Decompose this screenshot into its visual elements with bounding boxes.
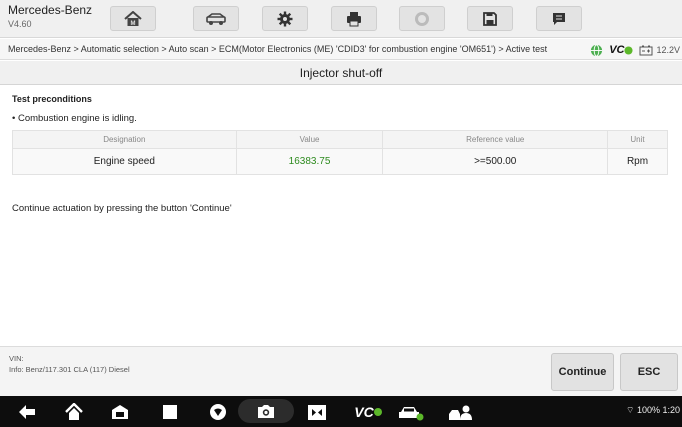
save-icon — [483, 11, 497, 26]
app-brand: Mercedes-Benz V4.60 — [8, 3, 92, 31]
col-header-designation: Designation — [12, 130, 237, 149]
vehicle-nav-button[interactable] — [396, 402, 426, 422]
garage-nav-button[interactable] — [110, 402, 130, 422]
home-button[interactable]: M — [110, 6, 156, 31]
app-version: V4.60 — [8, 19, 32, 29]
col-header-unit: Unit — [607, 130, 668, 149]
table-row: Engine speed 16383.75 >=500.00 Rpm — [12, 148, 668, 175]
recent-apps-button[interactable] — [161, 402, 179, 422]
page-title-bar: Injector shut-off — [0, 61, 682, 85]
garage-icon — [112, 405, 128, 419]
esc-button[interactable]: ESC — [620, 353, 678, 391]
vehicle-info: VIN: Info: Benz/117.301 CLA (117) Diesel — [9, 353, 130, 375]
remote-desk-icon — [308, 404, 326, 420]
system-status: ⌔ 100% 1:20 — [626, 405, 680, 416]
cell-unit: Rpm — [607, 148, 668, 175]
vc-connection-label: VC — [609, 44, 634, 56]
page-title: Injector shut-off — [299, 66, 383, 80]
cell-value: 16383.75 — [235, 148, 384, 175]
settings-icon — [277, 11, 293, 26]
vehicle-button[interactable] — [193, 6, 239, 31]
browser-nav-button[interactable] — [208, 402, 228, 422]
vin-label: VIN: — [9, 354, 24, 363]
message-icon — [553, 12, 565, 25]
vci-nav-button[interactable]: VC — [353, 402, 383, 422]
camera-icon — [258, 404, 274, 418]
vehicle-icon — [206, 12, 226, 25]
svg-text:M: M — [131, 21, 136, 27]
car-nav-icon — [399, 406, 424, 420]
top-toolbar: Mercedes-Benz V4.60 M — [0, 0, 682, 38]
help-button[interactable] — [399, 6, 445, 31]
back-icon — [19, 405, 35, 419]
wifi-icon: ⌔ — [625, 405, 635, 415]
remote-expert-icon — [449, 405, 472, 420]
print-button[interactable] — [331, 6, 377, 31]
save-button[interactable] — [467, 6, 513, 31]
values-table: Designation Value Reference value Unit E… — [12, 130, 668, 175]
col-header-reference: Reference value — [382, 130, 609, 149]
recent-apps-icon — [163, 405, 177, 419]
status-text: 100% 1:20 — [636, 405, 680, 415]
continue-button[interactable]: Continue — [551, 353, 614, 391]
printer-icon — [347, 11, 361, 26]
connection-status: VC 12.2V — [590, 42, 682, 58]
voltage-readout: 12.2V — [656, 45, 680, 55]
browser-icon — [210, 404, 226, 420]
screenshot-button[interactable] — [238, 399, 294, 423]
system-nav-bar: VC ⌔ 100% 1:20 — [0, 396, 682, 427]
remote-desk-button[interactable] — [306, 402, 328, 422]
cell-reference: >=500.00 — [382, 148, 609, 175]
message-button[interactable] — [536, 6, 582, 31]
section-heading: Test preconditions — [12, 94, 92, 104]
breadcrumb: Mercedes-Benz > Automatic selection > Au… — [8, 44, 548, 54]
precondition-item: • Combustion engine is idling. — [12, 113, 137, 124]
instruction-text: Continue actuation by pressing the butto… — [12, 203, 232, 214]
vci-nav-label: VC — [354, 404, 382, 420]
battery-icon — [639, 45, 653, 55]
col-header-value: Value — [235, 130, 384, 149]
breadcrumb-bar: Mercedes-Benz > Automatic selection > Au… — [0, 39, 682, 60]
home-nav-icon — [65, 403, 83, 420]
home-nav-button[interactable] — [64, 402, 84, 422]
table-header-row: Designation Value Reference value Unit — [12, 130, 668, 149]
vehicle-info-text: Info: Benz/117.301 CLA (117) Diesel — [9, 365, 130, 374]
back-button[interactable] — [17, 402, 37, 422]
footer-bar: VIN: Info: Benz/117.301 CLA (117) Diesel… — [0, 346, 682, 396]
globe-icon — [591, 43, 603, 57]
app-name: Mercedes-Benz — [8, 3, 93, 17]
home-icon: M — [124, 10, 142, 27]
remote-expert-button[interactable] — [446, 402, 476, 422]
help-icon — [415, 11, 429, 26]
cell-designation: Engine speed — [12, 148, 237, 175]
content-area: Test preconditions • Combustion engine i… — [0, 86, 682, 346]
vci-status-icon — [373, 408, 382, 416]
vc-connected-icon — [624, 45, 634, 55]
settings-button[interactable] — [262, 6, 308, 31]
